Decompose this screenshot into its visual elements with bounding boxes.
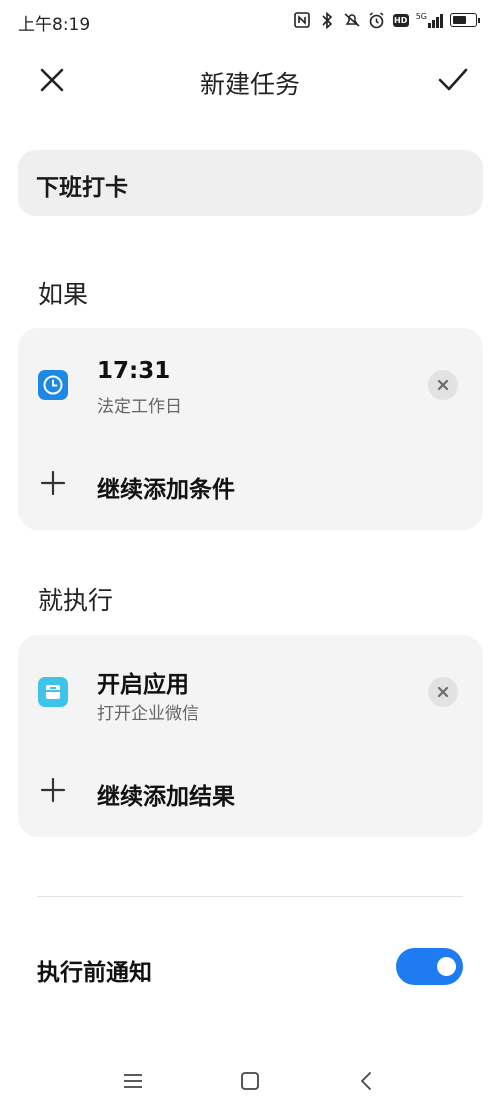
condition-item[interactable]: 17:31 法定工作日 (18, 328, 418, 438)
mute-icon (343, 11, 361, 29)
add-condition-label: 继续添加条件 (97, 477, 235, 503)
action-card: 开启应用 打开企业微信 继续添加结果 (18, 635, 483, 837)
condition-title: 17:31 (97, 358, 171, 384)
action-item[interactable]: 开启应用 打开企业微信 (18, 635, 418, 745)
status-icons: HD 5G (293, 11, 480, 29)
remove-condition-button[interactable] (428, 370, 458, 400)
add-condition-button[interactable]: 继续添加条件 (18, 458, 483, 508)
add-action-label: 继续添加结果 (97, 784, 235, 810)
app-icon (38, 677, 68, 707)
task-name-value: 下班打卡 (36, 175, 128, 201)
task-name-input[interactable]: 下班打卡 (18, 150, 483, 216)
close-small-icon (437, 686, 449, 698)
if-section-title: 如果 (38, 280, 89, 309)
back-icon (361, 1072, 371, 1090)
plus-icon (40, 777, 66, 803)
condition-card: 17:31 法定工作日 继续添加条件 (18, 328, 483, 530)
then-section-title: 就执行 (38, 586, 114, 615)
divider (37, 896, 463, 897)
condition-subtitle: 法定工作日 (97, 397, 182, 417)
close-small-icon (437, 379, 449, 391)
remove-action-button[interactable] (428, 677, 458, 707)
hd-icon: HD (392, 13, 409, 27)
status-bar: 上午8:19 HD 5G (0, 0, 500, 42)
back-button[interactable] (351, 1066, 381, 1096)
notify-toggle[interactable] (396, 948, 463, 985)
bluetooth-icon (318, 11, 336, 29)
check-icon (438, 68, 468, 91)
notify-label: 执行前通知 (37, 960, 152, 986)
battery-icon (450, 13, 480, 27)
alarm-icon (368, 11, 386, 29)
confirm-button[interactable] (425, 52, 481, 108)
add-action-button[interactable]: 继续添加结果 (18, 765, 483, 815)
home-icon (241, 1072, 259, 1090)
signal-5g-icon: 5G (416, 12, 443, 28)
header: 新建任务 (0, 52, 500, 108)
menu-icon (124, 1074, 142, 1088)
home-button[interactable] (235, 1066, 265, 1096)
action-title: 开启应用 (97, 672, 189, 698)
toggle-knob (437, 957, 456, 976)
plus-icon (40, 470, 66, 496)
nfc-icon (293, 11, 311, 29)
clock-icon (38, 370, 68, 400)
status-time: 上午8:19 (18, 15, 91, 35)
menu-button[interactable] (118, 1066, 148, 1096)
action-subtitle: 打开企业微信 (97, 704, 199, 724)
navigation-bar (0, 1050, 500, 1111)
